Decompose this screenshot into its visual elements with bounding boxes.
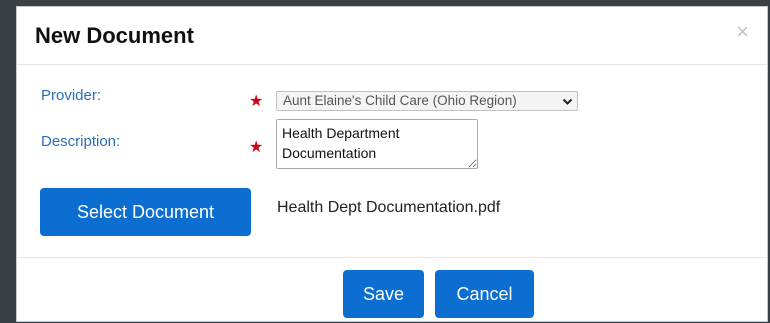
save-button[interactable]: Save <box>343 270 424 318</box>
required-star-icon: ★ <box>249 93 264 110</box>
dialog-footer: Save Cancel <box>17 257 767 323</box>
select-document-button[interactable]: Select Document <box>40 188 251 236</box>
chevron-down-icon <box>562 93 573 107</box>
description-label: Description: <box>41 133 121 150</box>
provider-label: Provider: <box>41 87 102 104</box>
dialog-header: New Document × <box>17 7 767 65</box>
description-textarea[interactable]: Health Department Documentation <box>276 119 478 169</box>
provider-select-value: Aunt Elaine's Child Care (Ohio Region) <box>283 93 517 108</box>
dialog-title: New Document <box>35 23 194 48</box>
provider-select[interactable]: Aunt Elaine's Child Care (Ohio Region) <box>276 91 578 111</box>
cancel-button[interactable]: Cancel <box>435 270 534 318</box>
selected-filename: Health Dept Documentation.pdf <box>277 199 501 216</box>
close-icon[interactable]: × <box>736 21 749 43</box>
new-document-dialog: New Document × Provider: ★ Aunt Elaine's… <box>16 6 768 322</box>
required-star-icon: ★ <box>249 139 264 156</box>
